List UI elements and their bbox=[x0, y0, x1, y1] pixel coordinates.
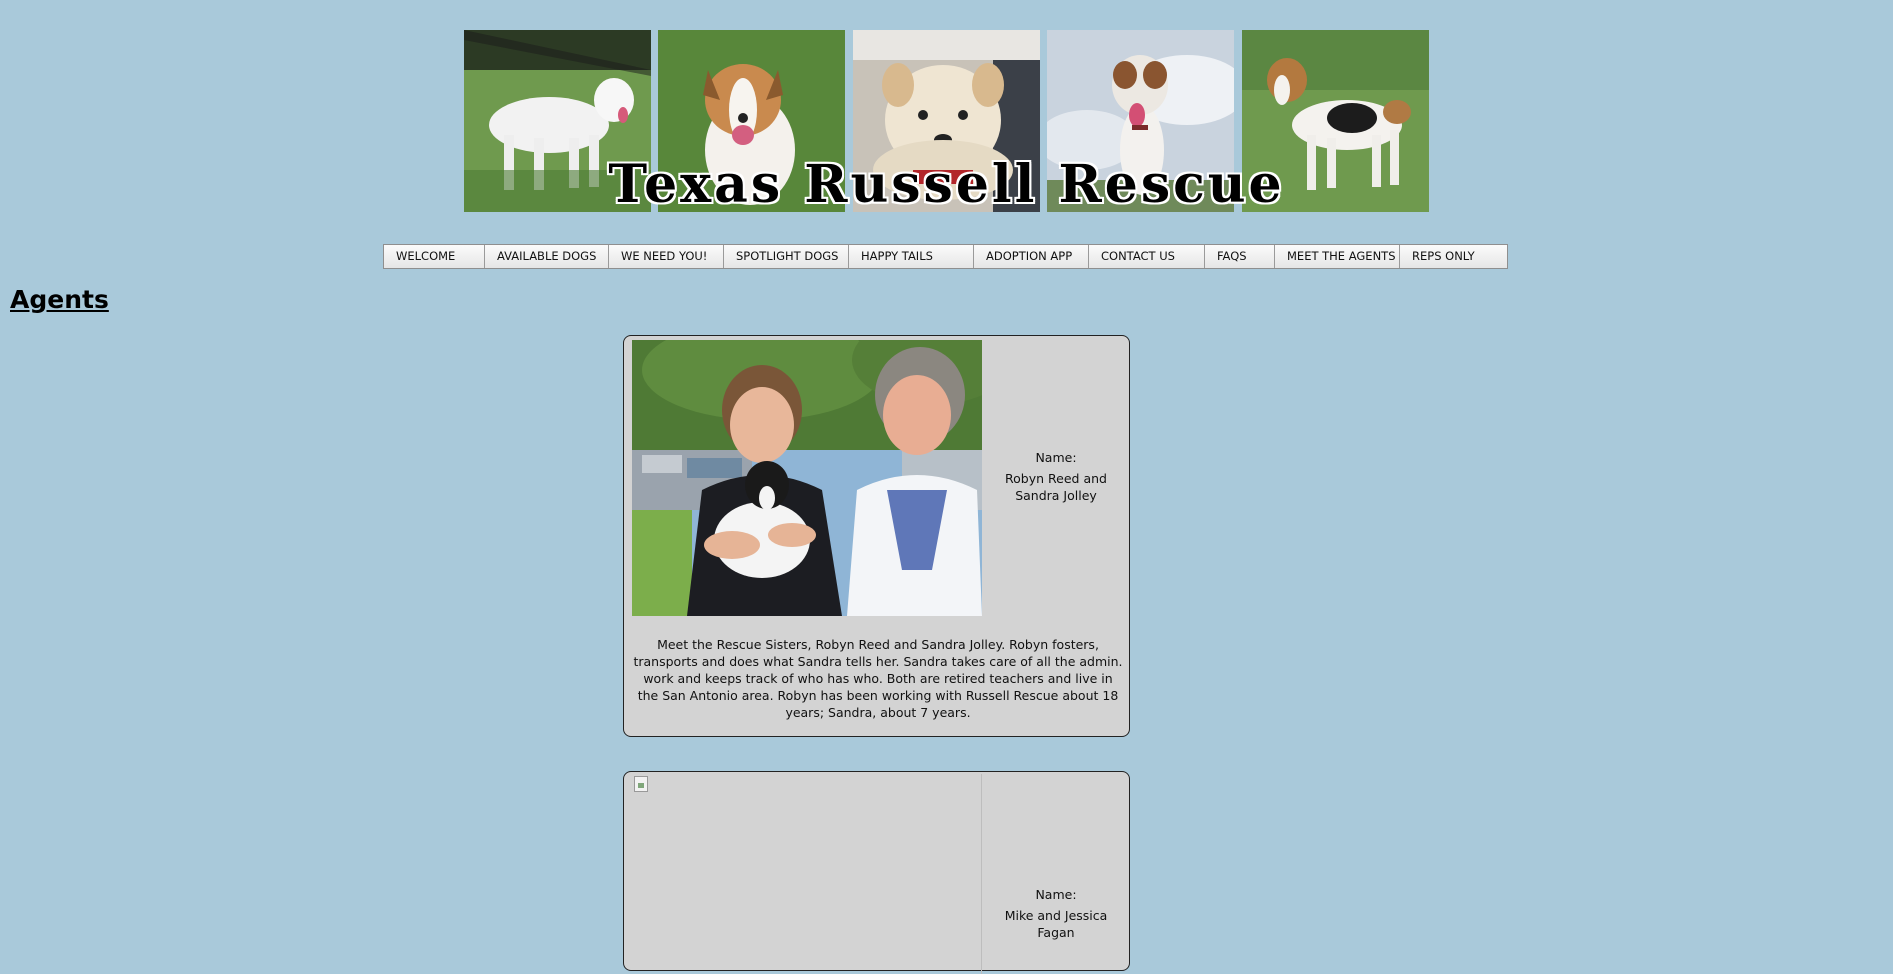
site-title: Texas Russell Rescue bbox=[608, 154, 1285, 215]
broken-image-icon bbox=[634, 776, 648, 792]
nav-we-need-you[interactable]: WE NEED YOU! bbox=[609, 245, 724, 268]
agent-description: Meet the Rescue Sisters, Robyn Reed and … bbox=[633, 637, 1123, 720]
agent-name-label: Name: bbox=[1035, 450, 1077, 465]
agent-photo bbox=[632, 340, 982, 616]
nav-faqs[interactable]: FAQS bbox=[1205, 245, 1275, 268]
agent-name: Mike and Jessica Fagan bbox=[1004, 908, 1108, 940]
nav-available-dogs[interactable]: AVAILABLE DOGS bbox=[485, 245, 609, 268]
nav-contact-us[interactable]: CONTACT US bbox=[1089, 245, 1205, 268]
agent-name-label: Name: bbox=[1035, 887, 1077, 902]
nav-spotlight-dogs[interactable]: SPOTLIGHT DOGS bbox=[724, 245, 849, 268]
nav-happy-tails[interactable]: HAPPY TAILS bbox=[849, 245, 974, 268]
agent-card: Name: Robyn Reed and Sandra Jolley Meet … bbox=[623, 335, 1130, 737]
agent-info: Name: Robyn Reed and Sandra Jolley bbox=[986, 449, 1126, 504]
nav-reps-only[interactable]: REPS ONLY bbox=[1400, 245, 1507, 268]
agent-info: Name: Mike and Jessica Fagan bbox=[986, 886, 1126, 941]
nav-adoption-app[interactable]: ADOPTION APP bbox=[974, 245, 1089, 268]
header-banner: Texas Russell Rescue bbox=[464, 30, 1429, 215]
nav-meet-the-agents[interactable]: MEET THE AGENTS bbox=[1275, 245, 1400, 268]
page-title: Agents bbox=[10, 285, 109, 314]
main-nav: WELCOME AVAILABLE DOGS WE NEED YOU! SPOT… bbox=[383, 244, 1508, 269]
nav-welcome[interactable]: WELCOME bbox=[384, 245, 485, 268]
agent-name: Robyn Reed and Sandra Jolley bbox=[1005, 471, 1107, 503]
agent-photo bbox=[632, 774, 982, 974]
agent-card: Name: Mike and Jessica Fagan bbox=[623, 771, 1130, 974]
